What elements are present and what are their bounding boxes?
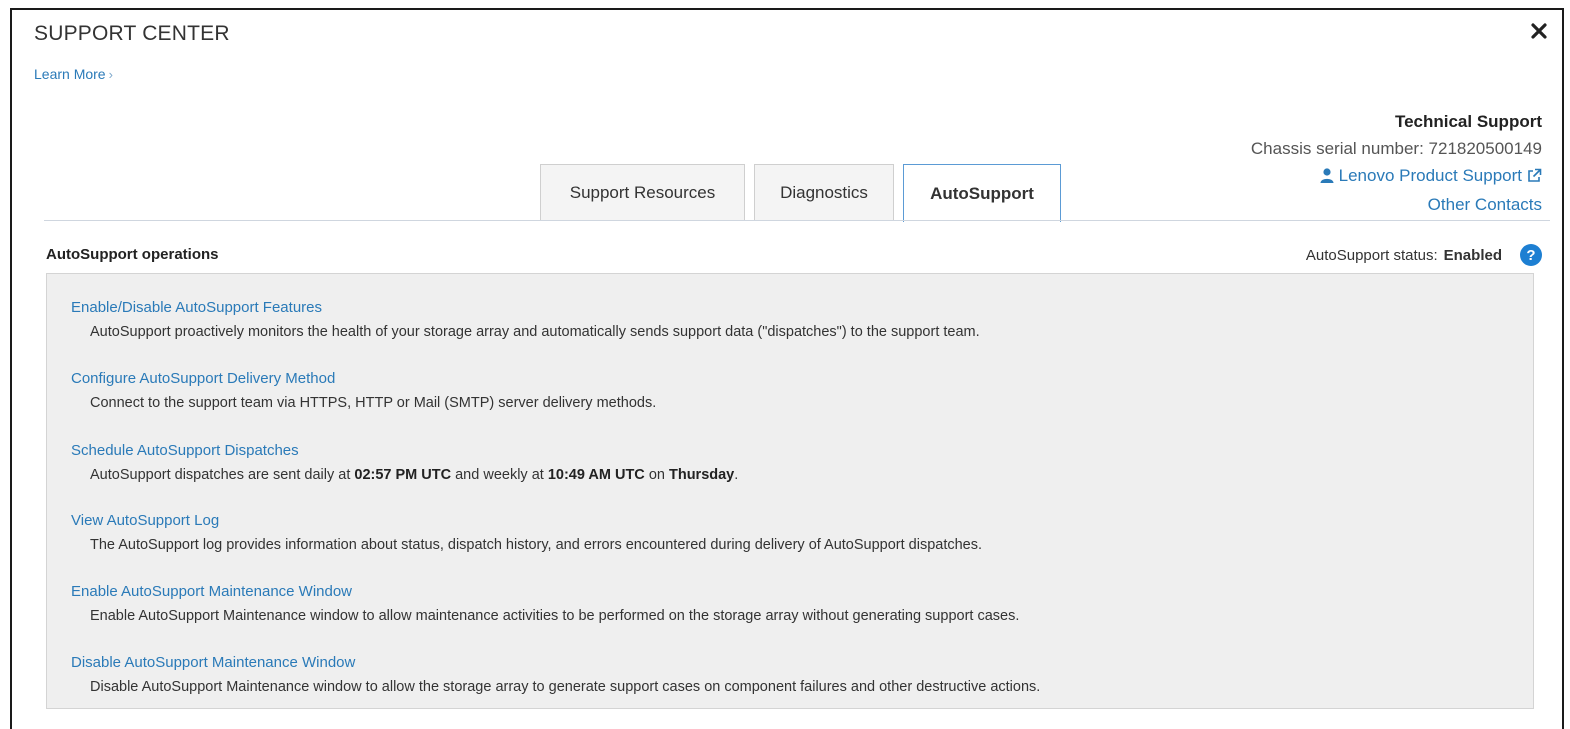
other-contacts-link[interactable]: Other Contacts: [1428, 191, 1542, 218]
status-value: Enabled: [1443, 246, 1502, 264]
operation-item: Enable/Disable AutoSupport Features Auto…: [71, 298, 980, 342]
technical-support-title: Technical Support: [1394, 112, 1542, 131]
weekday: Thursday: [668, 467, 735, 483]
serial-value: 721820500149: [1428, 139, 1542, 158]
user-icon: [1320, 168, 1334, 183]
autosupport-status: AutoSupport status: Enabled ?: [1306, 244, 1542, 266]
operation-description: AutoSupport dispatches are sent daily at…: [90, 466, 738, 485]
operation-item: Enable AutoSupport Maintenance Window En…: [71, 582, 1019, 626]
operation-description: AutoSupport proactively monitors the hea…: [90, 324, 980, 340]
support-center-dialog: SUPPORT CENTER Learn More › Technical Sup…: [10, 8, 1564, 729]
schedule-dispatches-link[interactable]: Schedule AutoSupport Dispatches: [71, 441, 738, 461]
operation-description: Enable AutoSupport Maintenance window to…: [90, 608, 1020, 624]
technical-support-panel: Technical Support Chassis serial number:…: [1251, 108, 1542, 218]
autosupport-operations-heading: AutoSupport operations: [46, 246, 219, 263]
tab-diagnostics[interactable]: Diagnostics: [754, 164, 894, 221]
schedule-text-2: and weekly at: [451, 467, 548, 483]
tab-support-resources[interactable]: Support Resources: [540, 164, 745, 221]
lenovo-product-support-label: Lenovo Product Support: [1338, 166, 1522, 185]
daily-time: 02:57 PM UTC: [354, 467, 452, 483]
status-label: AutoSupport status:: [1305, 246, 1438, 264]
chevron-right-icon: ›: [108, 67, 113, 82]
disable-maintenance-window-link[interactable]: Disable AutoSupport Maintenance Window: [71, 653, 1040, 673]
enable-disable-features-link[interactable]: Enable/Disable AutoSupport Features: [71, 298, 980, 318]
chassis-serial: Chassis serial number: 721820500149: [1251, 135, 1542, 162]
weekly-time: 10:49 AM UTC: [547, 467, 645, 483]
close-button[interactable]: [1528, 20, 1550, 42]
operation-item: Schedule AutoSupport Dispatches AutoSupp…: [71, 441, 738, 485]
tab-divider: [44, 220, 1550, 221]
lenovo-product-support-link[interactable]: Lenovo Product Support: [1320, 162, 1542, 189]
operation-item: View AutoSupport Log The AutoSupport log…: [71, 511, 982, 555]
operation-description: Connect to the support team via HTTPS, H…: [90, 395, 657, 411]
external-link-icon: [1528, 168, 1542, 182]
schedule-text-3: on: [644, 467, 669, 483]
view-log-link[interactable]: View AutoSupport Log: [71, 511, 982, 531]
operation-description: The AutoSupport log provides information…: [90, 537, 983, 553]
learn-more-link[interactable]: Learn More ›: [34, 66, 113, 82]
tab-bar: Support Resources Diagnostics AutoSuppor…: [540, 164, 1061, 222]
learn-more-label: Learn More: [34, 66, 106, 82]
tab-autosupport[interactable]: AutoSupport: [903, 164, 1061, 222]
serial-label: Chassis serial number:: [1250, 139, 1424, 158]
help-icon[interactable]: ?: [1520, 244, 1542, 266]
operation-description: Disable AutoSupport Maintenance window t…: [90, 679, 1041, 695]
schedule-text-4: .: [734, 467, 739, 483]
operation-item: Disable AutoSupport Maintenance Window D…: [71, 653, 1040, 697]
configure-delivery-method-link[interactable]: Configure AutoSupport Delivery Method: [71, 369, 656, 389]
operation-item: Configure AutoSupport Delivery Method Co…: [71, 369, 656, 413]
dialog-title: SUPPORT CENTER: [34, 22, 230, 45]
operations-panel: Enable/Disable AutoSupport Features Auto…: [46, 273, 1534, 709]
enable-maintenance-window-link[interactable]: Enable AutoSupport Maintenance Window: [71, 582, 1019, 602]
schedule-text-1: AutoSupport dispatches are sent daily at: [90, 467, 355, 483]
close-icon: [1531, 23, 1547, 39]
